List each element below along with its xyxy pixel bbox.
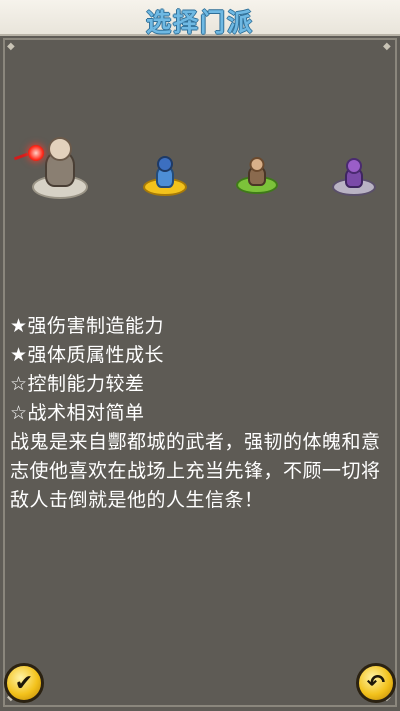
trait-line: ★强伤害制造能力 <box>10 315 165 337</box>
hero-option-3[interactable] <box>234 156 280 200</box>
hero-option-4[interactable] <box>330 156 378 202</box>
hero-description: ★强伤害制造能力 ★强体质属性成长 ☆控制能力较差 ☆战术相对简单 战鬼是来自酆… <box>10 312 394 515</box>
back-button[interactable]: ↶ <box>356 663 396 703</box>
hero-head <box>346 158 362 174</box>
undo-arrow-icon: ↶ <box>366 670 386 696</box>
page-title: 选择门派 <box>145 8 254 37</box>
trait-line: ★强体质属性成长 <box>10 344 165 366</box>
header-bar: 选择门派 <box>0 0 400 37</box>
corner-ornament: ◆ <box>7 41 15 52</box>
hero-story: 战鬼是来自酆都城的武者，强韧的体魄和意志使他喜欢在战场上充当先锋，不顾一切将敌人… <box>10 431 381 511</box>
trait-line: ☆控制能力较差 <box>10 373 145 395</box>
hero-head <box>249 157 265 172</box>
corner-ornament: ◆ <box>383 41 391 52</box>
confirm-button[interactable]: ✔ <box>4 663 44 703</box>
trait-line: ☆战术相对简单 <box>10 402 145 424</box>
hero-option-2[interactable] <box>140 152 190 202</box>
checkmark-icon: ✔ <box>14 670 34 696</box>
hero-head <box>157 156 173 172</box>
red-orb-icon <box>28 145 44 161</box>
hero-head <box>48 137 72 161</box>
hero-option-1-selected[interactable] <box>13 125 100 205</box>
